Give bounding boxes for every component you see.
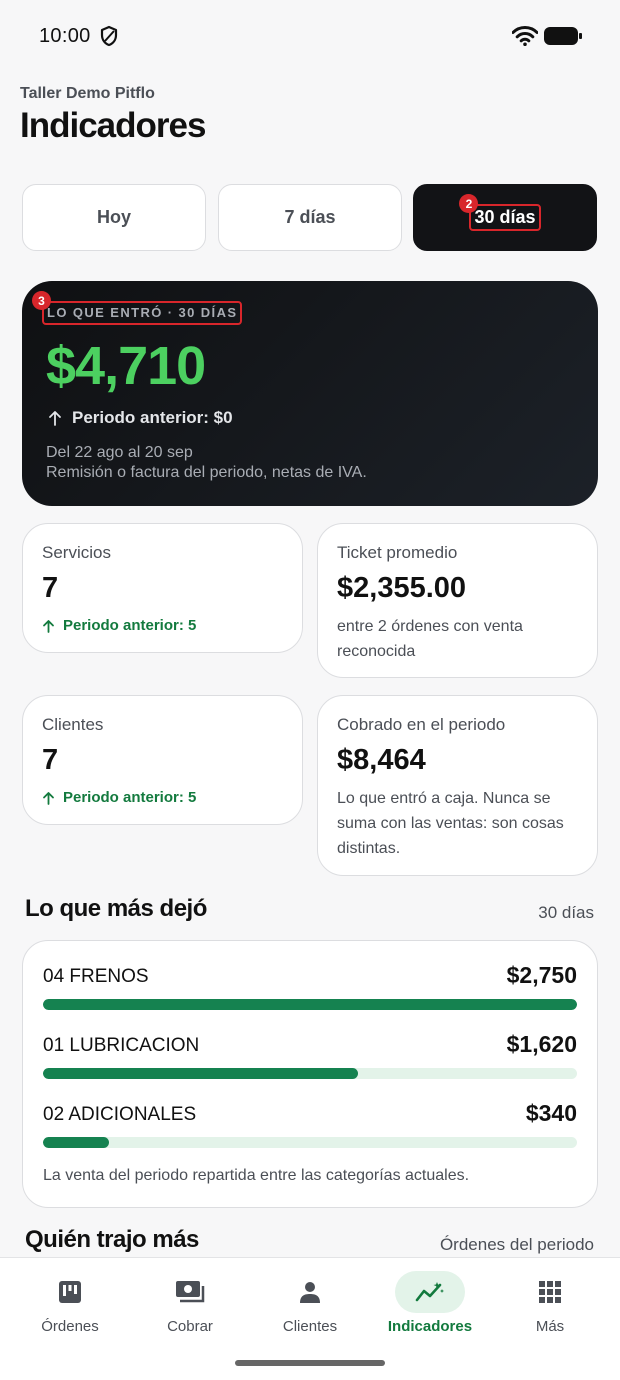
- grid-icon: [539, 1281, 561, 1303]
- status-time: 10:00: [39, 25, 91, 47]
- categories-footnote: La venta del periodo repartida entre las…: [43, 1167, 470, 1184]
- metric-value: $2,355.00: [337, 572, 467, 604]
- category-amount: $1,620: [506, 1031, 577, 1057]
- top-categories-card: 04 FRENOS $2,750 01 LUBRICACION $1,620 0…: [22, 940, 598, 1208]
- metric-trend-text: Periodo anterior: 5: [63, 617, 197, 634]
- nav-label: Cobrar: [167, 1318, 213, 1335]
- revenue-card: 3 LO QUE ENTRÓ · 30 DÍAS $4,710 Periodo …: [22, 281, 598, 506]
- revenue-note: Remisión o factura del periodo, netas de…: [46, 464, 367, 481]
- metric-card-avg-ticket[interactable]: Ticket promedio $2,355.00 entre 2 órdene…: [317, 523, 598, 678]
- tab-today[interactable]: Hoy: [22, 184, 206, 251]
- nav-item-more[interactable]: Más: [488, 1258, 612, 1348]
- category-row[interactable]: 01 LUBRICACION $1,620: [43, 1031, 577, 1085]
- metric-card-collected[interactable]: Cobrado en el periodo $8,464 Lo que entr…: [317, 695, 598, 876]
- category-bar-fill: [43, 999, 577, 1010]
- category-bar-fill: [43, 1137, 110, 1148]
- wifi-icon: [512, 26, 538, 46]
- category-bar-track: [43, 999, 577, 1010]
- nav-icon-container: [275, 1271, 345, 1313]
- nav-item-clients[interactable]: Clientes: [248, 1258, 372, 1348]
- metric-card-clients[interactable]: Clientes 7 Periodo anterior: 5: [22, 695, 303, 825]
- nav-icon-container: [155, 1271, 225, 1313]
- metric-title: Servicios: [42, 543, 111, 562]
- metric-trend-text: Periodo anterior: 5: [63, 789, 197, 806]
- category-bar-track: [43, 1137, 577, 1148]
- metric-trend: Periodo anterior: 5: [42, 789, 196, 806]
- page-title: Indicadores: [20, 106, 206, 145]
- nav-label: Órdenes: [41, 1318, 99, 1335]
- metric-title: Ticket promedio: [337, 543, 458, 562]
- nav-item-indicators[interactable]: Indicadores: [368, 1258, 492, 1348]
- marker-badge: 3: [32, 291, 51, 310]
- metric-value: $8,464: [337, 744, 426, 776]
- metric-description: entre 2 órdenes con venta reconocida: [337, 618, 523, 660]
- revenue-date-range: Del 22 ago al 20 sep: [46, 444, 193, 461]
- metric-description: Lo que entró a caja. Nunca se suma con l…: [337, 790, 564, 857]
- nav-icon-container: [35, 1271, 105, 1313]
- revenue-label: LO QUE ENTRÓ · 30 DÍAS: [47, 305, 238, 320]
- category-amount: $340: [525, 1100, 577, 1126]
- nav-label: Clientes: [282, 1318, 338, 1335]
- metric-title: Clientes: [42, 715, 104, 734]
- shield-icon: [100, 25, 118, 47]
- category-name: 02 ADICIONALES: [43, 1104, 197, 1125]
- tab-30-days[interactable]: 2 30 días: [413, 184, 597, 251]
- nav-icon-container: [395, 1271, 465, 1313]
- tab-30-days-label: 30 días: [474, 207, 536, 227]
- metric-card-services[interactable]: Servicios 7 Periodo anterior: 5: [22, 523, 303, 653]
- top-clients-title: Quién trajo más: [25, 1226, 199, 1253]
- metric-trend: Periodo anterior: 5: [42, 617, 196, 634]
- period-tabs: Hoy 7 días 2 30 días: [22, 184, 598, 251]
- revenue-previous-text: Periodo anterior: $0: [72, 408, 233, 427]
- person-icon: [300, 1282, 320, 1303]
- revenue-range: Del 22 ago al 20 sep Remisión o factura …: [46, 443, 367, 483]
- nav-item-orders[interactable]: Órdenes: [8, 1258, 132, 1348]
- tab-today-label: Hoy: [96, 207, 131, 227]
- nav-label: Más: [535, 1318, 565, 1335]
- category-name: 04 FRENOS: [43, 966, 149, 987]
- revenue-amount: $4,710: [46, 336, 206, 396]
- category-amount: $2,750: [506, 962, 577, 988]
- tab-30-days-highlight: 2 30 días: [459, 194, 541, 231]
- tab-7-days-label: 7 días: [284, 207, 336, 227]
- top-clients-subtitle: Órdenes del periodo: [439, 1235, 594, 1254]
- category-row[interactable]: 04 FRENOS $2,750: [43, 962, 577, 1016]
- revenue-label-highlight: 3 LO QUE ENTRÓ · 30 DÍAS: [32, 291, 243, 325]
- nav-icon-container: [515, 1271, 585, 1313]
- metric-value: 7: [42, 572, 59, 604]
- workshop-name: Taller Demo Pitflo: [20, 85, 155, 102]
- top-categories-title: Lo que más dejó: [25, 895, 207, 922]
- kanban-board-icon: [59, 1281, 81, 1303]
- tab-7-days[interactable]: 7 días: [218, 184, 402, 251]
- status-bar: 10:00: [0, 0, 620, 72]
- arrow-up-icon: [43, 619, 54, 633]
- nav-item-collect[interactable]: Cobrar: [128, 1258, 252, 1348]
- category-bar-track: [43, 1068, 577, 1079]
- revenue-previous: Periodo anterior: $0: [48, 408, 233, 428]
- cash-icon: [176, 1281, 205, 1303]
- metric-value: 7: [42, 744, 59, 776]
- category-row[interactable]: 02 ADICIONALES $340: [43, 1100, 577, 1154]
- arrow-up-icon: [43, 791, 54, 805]
- home-indicator: [235, 1360, 385, 1366]
- metric-title: Cobrado en el periodo: [337, 715, 506, 734]
- arrow-up-icon: [49, 411, 61, 426]
- category-name: 01 LUBRICACION: [43, 1035, 200, 1056]
- category-bar-fill: [43, 1068, 358, 1079]
- battery-icon: [544, 27, 582, 45]
- trend-chart-icon: [415, 1282, 444, 1302]
- top-categories-period: 30 días: [538, 903, 594, 922]
- nav-label: Indicadores: [387, 1318, 473, 1335]
